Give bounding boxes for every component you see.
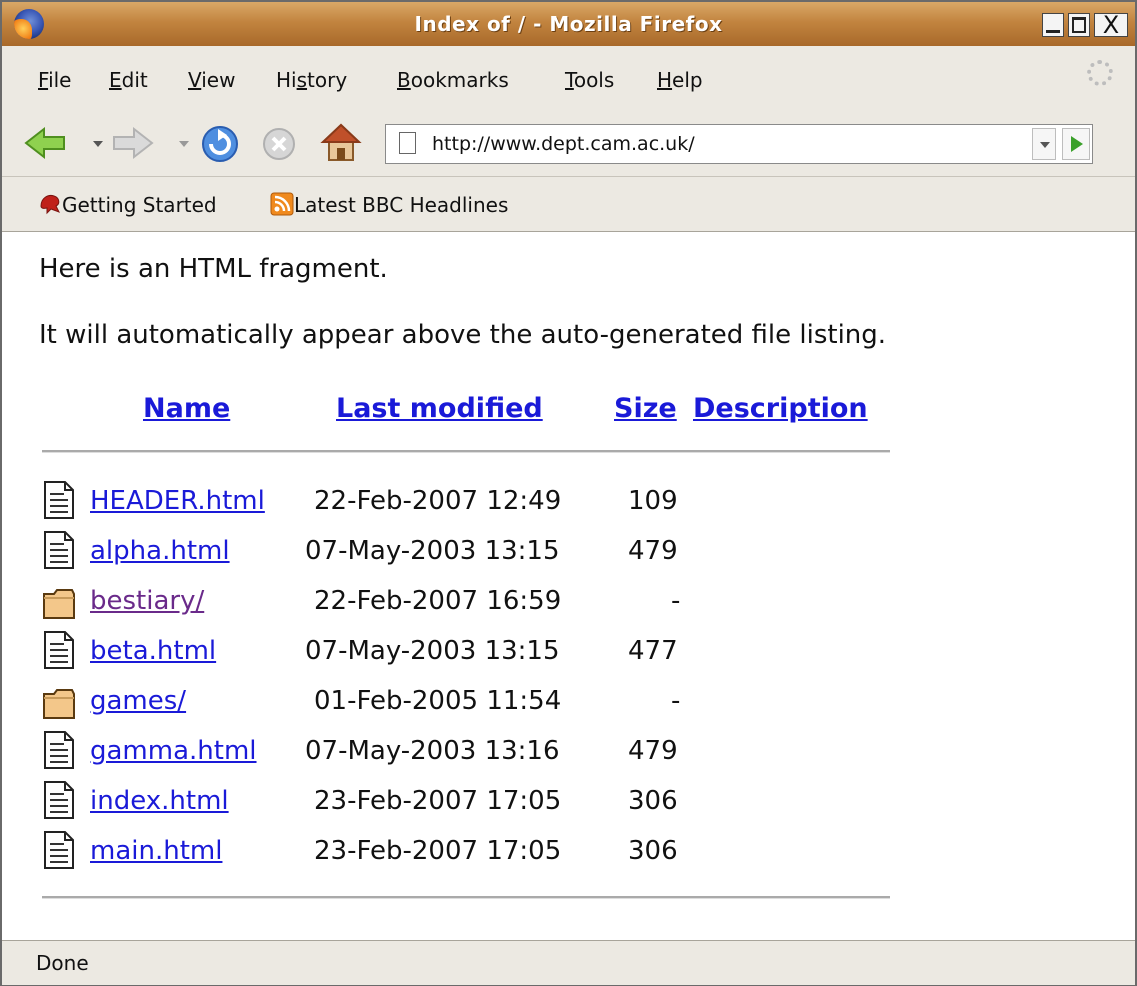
menu-history[interactable]: History: [276, 68, 347, 92]
file-modified: 07-May-2003 13:15: [305, 636, 560, 666]
firefox-bookmark-icon: [40, 195, 61, 215]
file-link[interactable]: index.html: [90, 786, 229, 816]
file-size: -: [671, 586, 681, 616]
forward-dropdown-icon[interactable]: [178, 140, 190, 148]
bookmark-getting-started[interactable]: Getting Started: [62, 193, 217, 217]
file-size: 479: [628, 736, 678, 766]
table-row: HEADER.html 22-Feb-2007 12:49 109: [2, 478, 902, 524]
folder-icon: [43, 589, 75, 619]
bookmark-latest-bbc-headlines[interactable]: Latest BBC Headlines: [294, 193, 508, 217]
folder-icon: [43, 689, 75, 719]
file-size: 479: [628, 536, 678, 566]
file-modified: 07-May-2003 13:16: [305, 736, 560, 766]
file-modified: 01-Feb-2005 11:54: [314, 686, 562, 716]
column-header-size[interactable]: Size: [614, 393, 677, 424]
file-link[interactable]: HEADER.html: [90, 486, 265, 516]
intro-line-1: Here is an HTML fragment.: [39, 254, 388, 284]
menu-file[interactable]: File: [38, 68, 71, 92]
browser-window: Index of / - Mozilla Firefox X File Edit…: [0, 0, 1137, 986]
status-text: Done: [36, 951, 89, 975]
close-button[interactable]: X: [1094, 11, 1128, 39]
table-row: alpha.html 07-May-2003 13:15 479: [2, 528, 902, 574]
back-dropdown-icon[interactable]: [92, 140, 104, 148]
page-icon: [399, 132, 416, 154]
column-header-name[interactable]: Name: [143, 393, 230, 424]
file-size: 477: [628, 636, 678, 666]
file-link[interactable]: beta.html: [90, 636, 216, 666]
rss-feed-icon: [270, 192, 294, 216]
divider-bottom: [42, 896, 890, 899]
forward-arrow-icon[interactable]: [110, 126, 154, 160]
menu-bookmarks[interactable]: Bookmarks: [397, 68, 509, 92]
close-icon: X: [1102, 11, 1120, 39]
menu-help[interactable]: Help: [657, 68, 703, 92]
file-modified: 23-Feb-2007 17:05: [314, 836, 562, 866]
table-row: gamma.html 07-May-2003 13:16 479: [2, 728, 902, 774]
file-modified: 07-May-2003 13:15: [305, 536, 560, 566]
table-row: main.html 23-Feb-2007 17:05 306: [2, 828, 902, 874]
minimize-button[interactable]: [1042, 13, 1064, 37]
file-size: 109: [628, 486, 678, 516]
file-link[interactable]: alpha.html: [90, 536, 230, 566]
document-icon: [44, 781, 74, 819]
go-button[interactable]: [1062, 128, 1090, 160]
throbber-icon: [1087, 60, 1113, 86]
stop-icon[interactable]: [261, 126, 297, 162]
divider-top: [42, 450, 890, 453]
status-bar: Done: [2, 940, 1135, 985]
menu-view[interactable]: View: [188, 68, 235, 92]
file-modified: 22-Feb-2007 16:59: [314, 586, 562, 616]
table-row: beta.html 07-May-2003 13:15 477: [2, 628, 902, 674]
url-text[interactable]: http://www.dept.cam.ac.uk/: [432, 133, 695, 155]
file-size: 306: [628, 836, 678, 866]
file-link[interactable]: games/: [90, 686, 186, 716]
column-header-description[interactable]: Description: [693, 393, 868, 424]
document-icon: [44, 731, 74, 769]
table-row: bestiary/22-Feb-2007 16:59 -: [2, 578, 902, 624]
menu-edit[interactable]: Edit: [109, 68, 148, 92]
document-icon: [44, 631, 74, 669]
home-icon[interactable]: [320, 122, 362, 164]
document-icon: [44, 531, 74, 569]
document-icon: [44, 831, 74, 869]
back-arrow-icon[interactable]: [24, 126, 68, 160]
window-title: Index of / - Mozilla Firefox: [414, 12, 723, 36]
maximize-button[interactable]: [1068, 13, 1090, 37]
title-bar[interactable]: Index of / - Mozilla Firefox X: [2, 2, 1135, 47]
menu-bar: File Edit View History Bookmarks Tools H…: [2, 46, 1135, 110]
file-size: 306: [628, 786, 678, 816]
address-bar[interactable]: http://www.dept.cam.ac.uk/: [385, 124, 1093, 164]
document-icon: [44, 481, 74, 519]
page-content: Here is an HTML fragment. It will automa…: [2, 232, 1135, 940]
bookmarks-toolbar: Getting Started Latest BBC Headlines: [2, 177, 1135, 232]
file-size: -: [671, 686, 681, 716]
file-link[interactable]: bestiary/: [90, 586, 204, 616]
file-modified: 23-Feb-2007 17:05: [314, 786, 562, 816]
url-history-dropdown[interactable]: [1032, 128, 1056, 160]
table-row: games/01-Feb-2005 11:54 -: [2, 678, 902, 724]
file-link[interactable]: gamma.html: [90, 736, 257, 766]
table-row: index.html 23-Feb-2007 17:05 306: [2, 778, 902, 824]
menu-tools[interactable]: Tools: [565, 68, 614, 92]
file-link[interactable]: main.html: [90, 836, 222, 866]
file-modified: 22-Feb-2007 12:49: [314, 486, 562, 516]
column-header-last-modified[interactable]: Last modified: [336, 393, 543, 424]
reload-icon[interactable]: [200, 124, 240, 164]
intro-line-2: It will automatically appear above the a…: [39, 320, 887, 350]
